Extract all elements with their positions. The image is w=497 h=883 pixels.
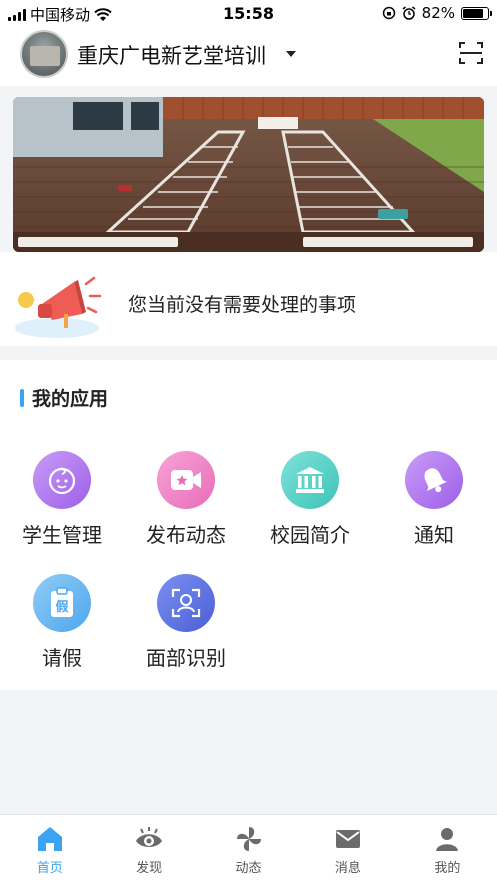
rotation-lock-icon <box>382 6 395 20</box>
battery-percent: 82% <box>421 4 455 22</box>
scan-icon[interactable] <box>459 41 483 65</box>
app-campus-intro[interactable]: 校园简介 <box>248 451 372 548</box>
app-student-management[interactable]: 学生管理 <box>0 451 124 548</box>
app-label: 校园简介 <box>270 523 350 547</box>
tab-feed[interactable]: 动态 <box>199 815 298 883</box>
alarm-icon <box>402 6 416 20</box>
todo-message: 您当前没有需要处理的事项 <box>128 294 357 316</box>
video-camera-icon <box>157 451 215 509</box>
leave-clipboard-icon: 假 <box>33 574 91 632</box>
app-label: 请假 <box>42 646 82 670</box>
section-title: 我的应用 <box>20 384 108 411</box>
home-icon <box>37 827 62 851</box>
svg-text:假: 假 <box>55 599 69 615</box>
banner-image[interactable] <box>13 97 484 252</box>
pinwheel-icon <box>236 827 261 851</box>
chevron-down-icon[interactable] <box>286 51 296 57</box>
face-scan-icon <box>157 574 215 632</box>
tab-label: 动态 <box>235 861 262 876</box>
tab-me[interactable]: 我的 <box>398 815 497 883</box>
todo-card: 您当前没有需要处理的事项 <box>0 252 497 346</box>
org-name[interactable]: 重庆广电新艺堂培训 <box>77 40 266 70</box>
tab-label: 首页 <box>36 861 63 876</box>
tab-bar: 首页 发现 动态 消息 我的 <box>0 814 497 883</box>
tab-home[interactable]: 首页 <box>0 815 99 883</box>
app-label: 学生管理 <box>22 523 102 547</box>
battery-icon <box>461 6 492 20</box>
app-leave-request[interactable]: 假 请假 <box>0 574 124 671</box>
status-bar: 中国移动 15:58 82% <box>0 0 497 28</box>
baby-face-icon <box>33 451 91 509</box>
my-apps-section: 我的应用 学生管理 发布动态 校园简介 通知 假 请假 面部识别 <box>0 360 497 690</box>
app-notification[interactable]: 通知 <box>372 451 496 548</box>
app-publish-post[interactable]: 发布动态 <box>124 451 248 548</box>
app-face-recognition[interactable]: 面部识别 <box>124 574 248 671</box>
tab-label: 消息 <box>334 861 361 876</box>
org-avatar[interactable] <box>20 30 68 78</box>
tab-discover[interactable]: 发现 <box>99 815 198 883</box>
megaphone-icon <box>15 276 102 338</box>
bell-icon <box>405 451 463 509</box>
section-label: 我的应用 <box>32 388 109 410</box>
app-label: 面部识别 <box>146 646 226 670</box>
app-label: 通知 <box>414 523 454 547</box>
header: 重庆广电新艺堂培训 <box>0 28 497 86</box>
section-accent-bar <box>20 388 24 407</box>
hopscotch-deck-photo <box>13 97 484 252</box>
tab-label: 我的 <box>434 861 461 876</box>
mail-icon <box>335 830 360 848</box>
eye-icon <box>136 827 163 847</box>
app-label: 发布动态 <box>146 523 226 547</box>
tab-messages[interactable]: 消息 <box>298 815 397 883</box>
school-building-icon <box>281 451 339 509</box>
tab-label: 发现 <box>136 861 163 876</box>
person-icon <box>436 828 459 851</box>
